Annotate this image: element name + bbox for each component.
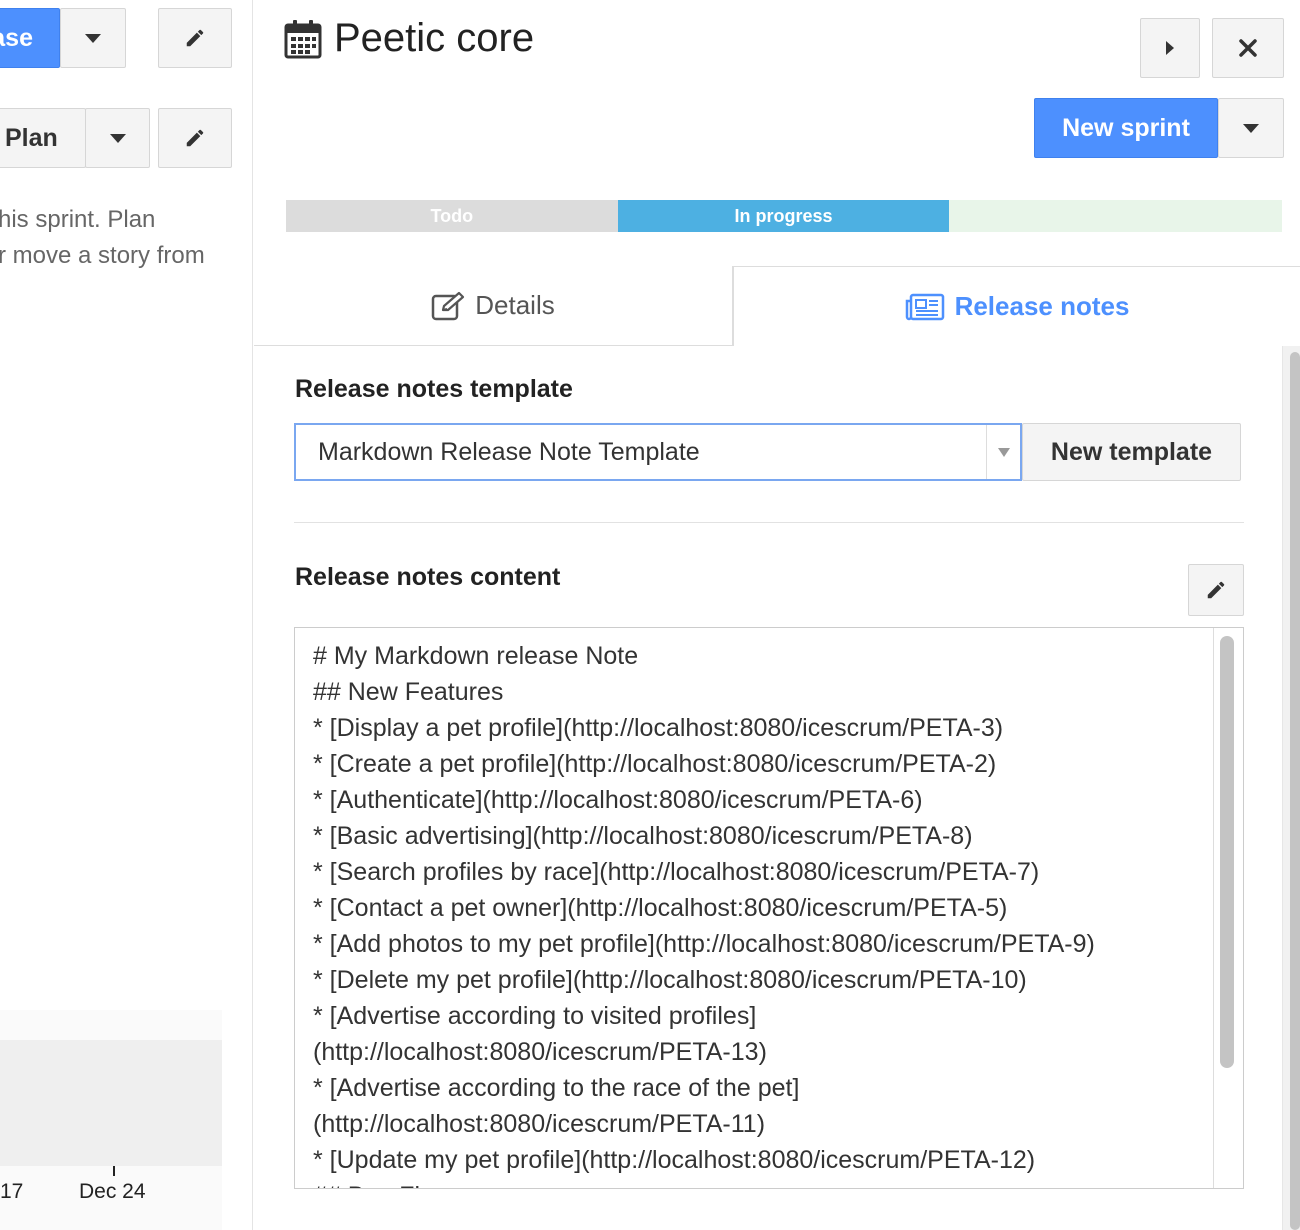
release-note-line: * [Advertise according to the race of th… [313,1074,800,1102]
sprint-detail-panel: Peetic core New sprint Todo In progress … [254,0,1300,1230]
panel-title: Peetic core [334,16,535,60]
release-note-line: * [Add photos to my pet profile](http://… [313,930,1095,958]
release-note-line: * [Authenticate](http://localhost:8080/i… [313,786,923,814]
release-button[interactable]: ase [0,8,60,68]
plan-hint-line-2: r move a story from [0,242,205,269]
tab-details[interactable]: Details [254,266,733,346]
release-edit-button[interactable] [158,8,232,68]
release-note-line: (http://localhost:8080/icescrum/PETA-13) [313,1038,767,1066]
new-sprint-dropdown-toggle[interactable] [1218,98,1284,158]
close-panel-button[interactable] [1212,18,1284,78]
release-note-line: * [Display a pet profile](http://localho… [313,714,1004,742]
panel-tabs: Details Release notes [254,266,1300,346]
section-divider [294,522,1244,523]
release-note-line: * [Basic advertising](http://localhost:8… [313,822,973,850]
release-note-line: * [Update my pet profile](http://localho… [313,1146,1036,1174]
release-note-line: * [Contact a pet owner](http://localhost… [313,894,1008,922]
release-note-line: ## Bug Fixes [313,1178,1213,1188]
release-note-line: * [Advertise according to visited profil… [313,1002,757,1030]
pencil-icon [186,29,204,47]
release-note-line: * [Search profiles by race](http://local… [313,858,1040,886]
plan-button[interactable]: Plan [0,108,86,168]
close-icon [1239,39,1257,57]
chevron-down-icon [109,133,126,143]
new-template-label: New template [1050,437,1213,466]
template-select-value: Markdown Release Note Template [318,437,700,466]
plan-edit-button[interactable] [158,108,232,168]
tab-details-label: Details [475,290,555,320]
new-sprint-label: New sprint [1062,113,1190,142]
plan-dropdown-toggle[interactable] [85,108,150,168]
progress-label: Todo [430,205,474,226]
pencil-icon [1207,581,1225,599]
release-note-line: * [Delete my pet profile](http://localho… [313,966,1027,994]
axis-tick [113,1166,115,1176]
release-notes-text: # My Markdown release Note ## New Feature… [313,638,1213,1188]
release-note-line: ## New Features [313,678,504,706]
progress-segment-todo: Todo [286,200,618,232]
new-template-button[interactable]: New template [1022,423,1241,481]
edit-content-button[interactable] [1188,564,1244,616]
content-scrollbar[interactable] [1213,628,1243,1188]
panel-header: Peetic core [284,16,534,61]
release-notes-content-box[interactable]: # My Markdown release Note ## New Feature… [294,627,1244,1189]
plan-hint-line-1: his sprint. Plan [0,206,156,233]
sprint-progress-bar: Todo In progress [286,200,1282,232]
progress-label: In progress [734,205,833,226]
progress-segment-done [949,200,1282,232]
template-select[interactable]: Markdown Release Note Template [294,423,1022,481]
chevron-down-icon [85,33,101,43]
template-select-arrow[interactable] [986,425,1020,479]
tab-release-notes[interactable]: Release notes [733,266,1300,346]
calendar-icon [284,19,322,58]
edit-icon [432,291,465,320]
release-button-label: ase [0,23,33,52]
release-note-line: # My Markdown release Note [313,642,639,670]
release-note-line: (http://localhost:8080/icescrum/PETA-11) [313,1110,766,1138]
content-section-title: Release notes content [295,563,561,591]
chart-plot-area [0,1040,222,1166]
new-sprint-button[interactable]: New sprint [1034,98,1218,158]
panel-scrollbar[interactable] [1282,346,1300,1230]
chevron-down-icon [997,447,1010,457]
template-section-title: Release notes template [295,375,573,403]
axis-tick-label: Dec 24 [79,1180,146,1203]
caret-right-icon [1166,41,1174,55]
panel-scrollbar-thumb[interactable] [1290,352,1300,1230]
chevron-down-icon [1243,123,1259,133]
background-plan-pane: ase Plan his sprint. Plan r move a story… [0,0,253,1230]
tab-release-notes-label: Release notes [954,291,1130,321]
release-dropdown-toggle[interactable] [60,8,126,68]
content-scrollbar-thumb[interactable] [1220,636,1234,1068]
axis-tick-label: 17 [0,1180,24,1203]
release-note-line: * [Create a pet profile](http://localhos… [313,750,997,778]
pencil-icon [186,129,204,147]
plan-button-label: Plan [5,123,58,152]
progress-segment-in-progress: In progress [617,200,950,232]
newspaper-icon [905,293,944,320]
next-sprint-button[interactable] [1140,18,1200,78]
